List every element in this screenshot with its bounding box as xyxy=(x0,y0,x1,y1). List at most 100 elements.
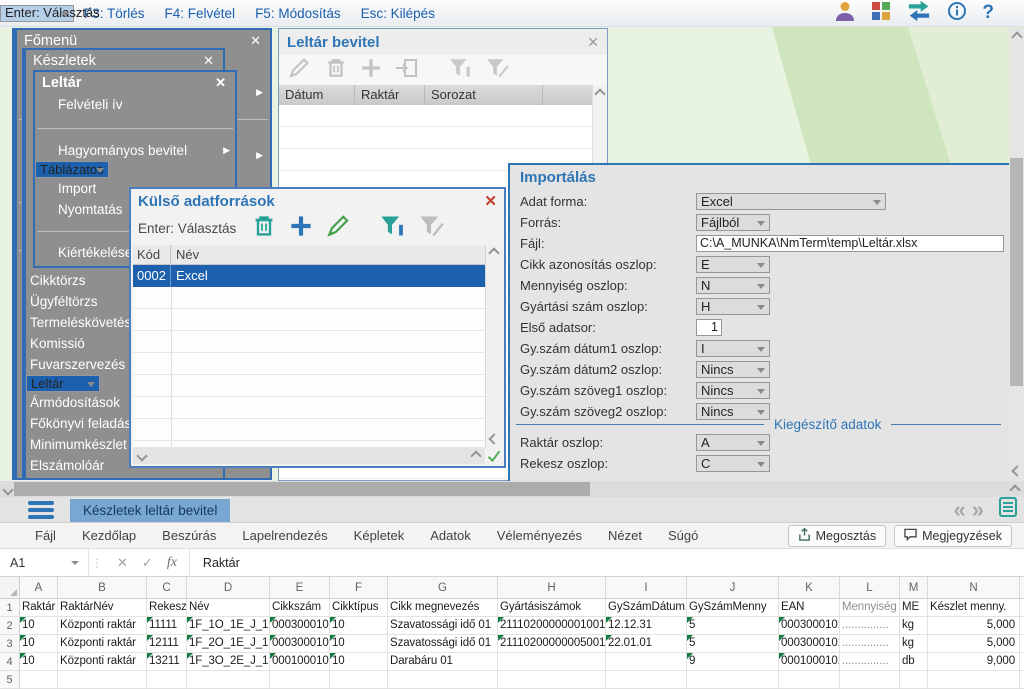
column-header-C[interactable]: C xyxy=(147,577,187,599)
info-icon[interactable] xyxy=(947,1,967,26)
cell-G3[interactable]: Szavatossági idő 01 xyxy=(388,635,498,653)
topbar-item[interactable]: F5: Módosítás xyxy=(245,0,351,26)
column-header-D[interactable]: D xyxy=(187,577,270,599)
cell-D2[interactable]: 1F_1O_1E_J_1C xyxy=(187,617,270,635)
column-header-M[interactable]: M xyxy=(900,577,928,599)
cell-J4[interactable]: 9 xyxy=(687,653,779,671)
filter-icon[interactable] xyxy=(448,57,472,84)
row-header-3[interactable]: 3 xyxy=(0,635,20,653)
row-header-4[interactable]: 4 xyxy=(0,653,20,671)
filter-icon[interactable] xyxy=(379,214,405,243)
tab-keszletek-leltar-bevitel[interactable]: Készletek leltár bevitel xyxy=(70,499,230,522)
cell-E1[interactable]: Cikkszám xyxy=(270,599,330,617)
delete-icon[interactable] xyxy=(252,214,276,243)
column-header-dátum[interactable]: Dátum xyxy=(279,85,355,105)
column-header-sorozat[interactable]: Sorozat xyxy=(425,85,543,105)
cell-C1[interactable]: Rekesz xyxy=(147,599,187,617)
import-file-icon[interactable] xyxy=(395,57,419,84)
edit-icon[interactable] xyxy=(326,214,352,243)
cell-M1[interactable]: ME xyxy=(900,599,928,617)
cell-N3[interactable]: 5,000 xyxy=(928,635,1020,653)
ribbon-tab-lapelrendezés[interactable]: Lapelrendezés xyxy=(229,528,340,543)
column-header-raktár[interactable]: Raktár xyxy=(355,85,425,105)
cell-M5[interactable] xyxy=(900,671,928,689)
cell-E5[interactable] xyxy=(270,671,330,689)
cell-L3[interactable]: ............... xyxy=(840,635,900,653)
cell-B1[interactable]: RaktárNév xyxy=(58,599,147,617)
select-forrás-[interactable]: Fájlból xyxy=(696,214,770,231)
select-cikk-azonosítás-oszlop-[interactable]: E xyxy=(696,256,770,273)
select-raktár-oszlop-[interactable]: A xyxy=(696,434,770,451)
cell-A5[interactable] xyxy=(20,671,58,689)
cell-I3[interactable]: 22.01.01 xyxy=(606,635,687,653)
close-icon[interactable]: ✕ xyxy=(201,53,216,69)
column-header-N[interactable]: N xyxy=(928,577,1020,599)
cell-L5[interactable] xyxy=(840,671,900,689)
keszletek-titlebar[interactable]: Készletek ✕ xyxy=(26,50,223,72)
cell-G4[interactable]: Darabáru 01 xyxy=(388,653,498,671)
help-icon[interactable]: ? xyxy=(982,4,994,22)
select-all-corner[interactable] xyxy=(0,577,20,599)
cell-C5[interactable] xyxy=(147,671,187,689)
column-header-L[interactable]: L xyxy=(840,577,900,599)
cell-D1[interactable]: Név xyxy=(187,599,270,617)
cell-F3[interactable]: 10 xyxy=(330,635,388,653)
topbar-item[interactable]: Enter: Választás xyxy=(0,5,74,22)
ribbon-tab-kezdőlap[interactable]: Kezdőlap xyxy=(69,528,149,543)
ribbon-tab-beszúrás[interactable]: Beszúrás xyxy=(149,528,229,543)
leltar-titlebar[interactable]: Leltár ✕ xyxy=(35,72,235,94)
cell-N2[interactable]: 5,000 xyxy=(928,617,1020,635)
leltar-bevitel-titlebar[interactable]: Leltár bevitel ✕ xyxy=(279,29,607,55)
cell-H1[interactable]: Gyártásiszámok xyxy=(498,599,606,617)
cell-G5[interactable] xyxy=(388,671,498,689)
cell-D3[interactable]: 1F_2O_1E_J_1C xyxy=(187,635,270,653)
enter-check-icon[interactable]: ✓ xyxy=(142,555,153,571)
ribbon-tab-véleményezés[interactable]: Véleményezés xyxy=(484,528,595,543)
cell-L4[interactable]: ............... xyxy=(840,653,900,671)
ribbon-tab-súgó[interactable]: Súgó xyxy=(655,528,711,543)
ribbon-tab-fájl[interactable]: Fájl xyxy=(22,528,69,543)
column-header-J[interactable]: J xyxy=(687,577,779,599)
cell-B3[interactable]: Központi raktár xyxy=(58,635,147,653)
input-file-path[interactable]: C:\A_MUNKA\NmTerm\temp\Leltár.xlsx xyxy=(696,235,1004,252)
column-header-G[interactable]: G xyxy=(388,577,498,599)
cell-F5[interactable] xyxy=(330,671,388,689)
column-header-B[interactable]: B xyxy=(58,577,147,599)
cell-N5[interactable] xyxy=(928,671,1020,689)
select-gy-szám-dátum2-oszlop-[interactable]: Nincs xyxy=(696,361,770,378)
cell-D5[interactable] xyxy=(187,671,270,689)
cell-I5[interactable] xyxy=(606,671,687,689)
scroll-thumb[interactable] xyxy=(14,482,590,496)
cell-C4[interactable]: 13211 xyxy=(147,653,187,671)
formula-input[interactable]: Raktár xyxy=(190,549,240,576)
prev-tabs-icon[interactable]: « xyxy=(954,501,966,519)
column-header-F[interactable]: F xyxy=(330,577,388,599)
cell-K2[interactable]: 0003000101 xyxy=(779,617,840,635)
cell-J1[interactable]: GySzámMenny xyxy=(687,599,779,617)
cell-I2[interactable]: 12.12.31 xyxy=(606,617,687,635)
cell-G1[interactable]: Cikk megnevezés xyxy=(388,599,498,617)
cell-H5[interactable] xyxy=(498,671,606,689)
cell-N4[interactable]: 9,000 xyxy=(928,653,1020,671)
cell-K3[interactable]: 0003000101 xyxy=(779,635,840,653)
user-icon[interactable] xyxy=(834,0,856,27)
cell-K1[interactable]: EAN xyxy=(779,599,840,617)
close-icon[interactable]: ✕ xyxy=(587,34,599,51)
topbar-item[interactable]: Esc: Kilépés xyxy=(351,0,445,26)
cell-E3[interactable]: 0003000101 xyxy=(270,635,330,653)
close-icon[interactable]: ✕ xyxy=(248,33,263,49)
row-header-2[interactable]: 2 xyxy=(0,617,20,635)
kulso-table-body[interactable] xyxy=(133,287,485,447)
select-gy-szám-szöveg1-oszlop-[interactable]: Nincs xyxy=(696,382,770,399)
column-header-I[interactable]: I xyxy=(606,577,687,599)
scrollbar-horizontal[interactable] xyxy=(133,447,485,464)
cell-H2[interactable]: 21110200000001001 xyxy=(498,617,606,635)
cell-K5[interactable] xyxy=(779,671,840,689)
cell-F2[interactable]: 10 xyxy=(330,617,388,635)
cell-M2[interactable]: kg xyxy=(900,617,928,635)
cell-K4[interactable]: 0001000101 xyxy=(779,653,840,671)
column-header-nev[interactable]: Név xyxy=(171,245,485,264)
name-box[interactable]: A1 xyxy=(0,549,89,576)
menu-item-hagyományos-bevitel[interactable]: Hagyományos bevitel▶ xyxy=(35,140,235,161)
column-header-E[interactable]: E xyxy=(270,577,330,599)
